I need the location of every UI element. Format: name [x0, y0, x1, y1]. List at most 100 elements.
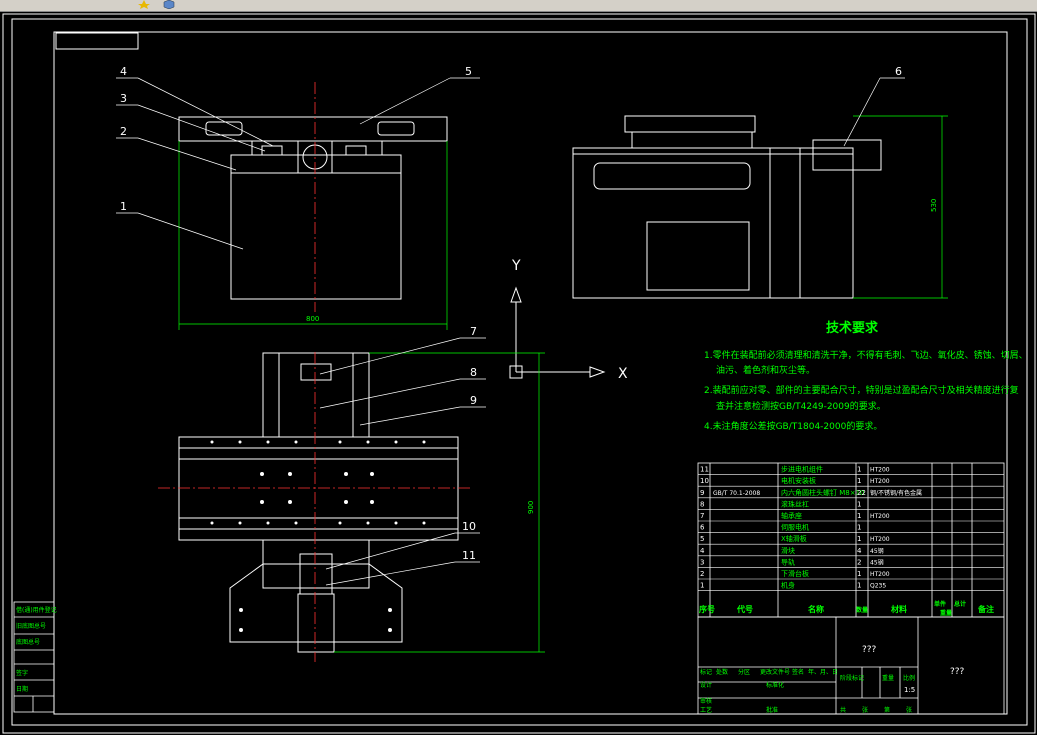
bom-cell-name: 机身 [781, 581, 795, 590]
bom-cell-mat: HT200 [870, 571, 890, 578]
left-strip-label: 日期 [16, 685, 28, 693]
title-block-label: 批准 [766, 706, 778, 714]
bom-cell-name: 电机安装板 [781, 476, 816, 485]
bom-cell-no: 11 [700, 466, 709, 474]
left-strip-label: 借(通)用件登记 [16, 606, 57, 614]
bom-cell-qty: 1 [857, 535, 861, 543]
title-block-label: 审核 [700, 697, 712, 705]
balloon: 8 [470, 366, 477, 379]
bom-cell-qty: 22 [857, 489, 866, 497]
axis-y-label: Y [511, 258, 521, 274]
tech-line: 油污、着色剂和灰尘等。 [716, 364, 815, 376]
bom-cell-name: 轴承座 [781, 511, 802, 520]
title-block-label: 更改文件号 [760, 668, 790, 676]
balloon: 10 [462, 520, 476, 533]
bom-cell-name: 步进电机组件 [781, 465, 823, 474]
dimension-900 [334, 352, 545, 653]
bom-cell-name: 内六角圆柱头螺钉 M8×10 [781, 488, 865, 497]
sheet-frame [2, 13, 1036, 734]
title-block-label: 年、月、日 [808, 668, 838, 676]
bom-header-cell: 备注 [977, 604, 994, 614]
bom-cell-qty: 4 [857, 547, 862, 555]
front-view [178, 116, 448, 300]
top-view [178, 352, 459, 653]
bom-cell-mat: HT200 [870, 536, 890, 543]
bom-header-cell: 重量 [940, 609, 952, 617]
bom-header-cell: 单件 [934, 600, 946, 608]
bom-header: 序号 代号 名称 数量 材料 单件 总计 重量 备注 [699, 600, 994, 617]
bom-header-cell: 材料 [891, 604, 907, 614]
bom-cell-mat: HT200 [870, 478, 890, 485]
bom-header-cell: 代号 [736, 604, 753, 614]
left-strip-label: 签字 [16, 669, 28, 677]
bom-cell-no: 6 [700, 524, 705, 532]
dimension-800 [178, 141, 448, 330]
bom-cell-name: 下滑台板 [781, 569, 809, 578]
bom-header-cell: 序号 [699, 604, 715, 614]
title-block-label: 张 [862, 706, 868, 714]
left-strip-label: 旧底图总号 [16, 622, 46, 630]
bom-cell-qty: 1 [857, 570, 861, 578]
title-block-label: 张 [906, 706, 912, 714]
title-block-label: 设计 [700, 681, 712, 689]
bom-cell-name: 导轨 [781, 557, 795, 566]
balloon: 3 [120, 92, 127, 105]
tech-line: 1.零件在装配前必须清理和清洗干净，不得有毛刺、飞边、氧化皮、锈蚀、切屑、 [704, 349, 1028, 361]
scale-value: 1:5 [904, 686, 915, 694]
bom-cell-no: 5 [700, 535, 704, 543]
title-placeholder: ??? [862, 645, 877, 655]
balloon: 7 [470, 325, 477, 338]
bom-cell-name: 滑块 [781, 546, 795, 555]
balloon: 11 [462, 549, 476, 562]
bom-cell-mat: 钢/不锈钢/有色金属 [870, 489, 922, 497]
balloon: 1 [120, 200, 127, 213]
left-strip-label: 底图总号 [16, 638, 40, 646]
bom-cell-no: 10 [700, 477, 709, 485]
balloon: 6 [895, 65, 902, 78]
balloon: 5 [465, 65, 472, 78]
bom-cell-no: 2 [700, 570, 704, 578]
tech-line: 查并注意检测按GB/T4249-2009的要求。 [716, 400, 886, 412]
bom-cell-no: 9 [700, 489, 704, 497]
title-block-label: 比例 [903, 674, 915, 682]
bom-rows: 11 步进电机组件 1 HT20010 电机安装板 1 HT2009 GB/T 70.1-20… [698, 465, 1004, 591]
axis-x-label: X [618, 366, 628, 382]
left-strip-table [13, 601, 55, 713]
bom-cell-qty: 1 [857, 582, 861, 590]
bom-cell-code: GB/T 70.1-2008 [713, 490, 760, 497]
title-block-label: 阶段标记 [840, 674, 864, 682]
title-block-label: 第 [884, 706, 890, 714]
title-block-label: 签名 [792, 668, 804, 676]
title-block-label: 标记 [700, 668, 712, 676]
ucs-icon [509, 286, 606, 379]
bom-cell-name: 滚珠丝杠 [781, 499, 809, 508]
title-block-labels: 标记 处数 分区 更改文件号 签名 年、月、日 设计 标准化 阶段标记 重量 比… [700, 668, 915, 714]
cad-drawing-canvas[interactable]: 借(通)用件登记 旧底图总号 底图总号 签字 日期 800 530 Y X 90… [0, 12, 1037, 735]
bom-cell-qty: 1 [857, 500, 861, 508]
tech-line: 2.装配前应对零、部件的主要配合尺寸，特别是过盈配合尺寸及相关精度进行复 [704, 384, 1019, 396]
drawing-number-placeholder: ??? [950, 667, 965, 677]
bom-cell-qty: 2 [857, 558, 861, 566]
bom-cell-mat: 45钢 [870, 547, 884, 555]
title-block-label: 分区 [738, 668, 750, 676]
blue-cube-icon[interactable] [163, 0, 175, 9]
top-view-holes [210, 440, 426, 632]
bom-cell-name: X轴滑板 [781, 534, 807, 543]
title-block-label: 标准化 [766, 681, 784, 689]
title-block-label: 重量 [882, 674, 894, 682]
yellow-star-icon[interactable] [138, 0, 150, 9]
bom-cell-qty: 1 [857, 512, 861, 520]
bom-header-cell: 数量 [856, 606, 868, 614]
bom-cell-mat: 45钢 [870, 558, 884, 566]
bom-cell-no: 4 [700, 547, 705, 555]
bom-cell-name: 伺服电机 [781, 523, 809, 532]
bom-header-cell: 总计 [954, 600, 966, 608]
balloon: 4 [120, 65, 127, 78]
balloon: 2 [120, 125, 127, 138]
title-block-label: 处数 [716, 668, 728, 676]
bom-cell-qty: 1 [857, 524, 861, 532]
dimension-text: 800 [306, 315, 319, 323]
tech-line: 4.未注角度公差按GB/T1804-2000的要求。 [704, 420, 882, 432]
bom-cell-no: 8 [700, 500, 704, 508]
bom-cell-mat: HT200 [870, 467, 890, 474]
